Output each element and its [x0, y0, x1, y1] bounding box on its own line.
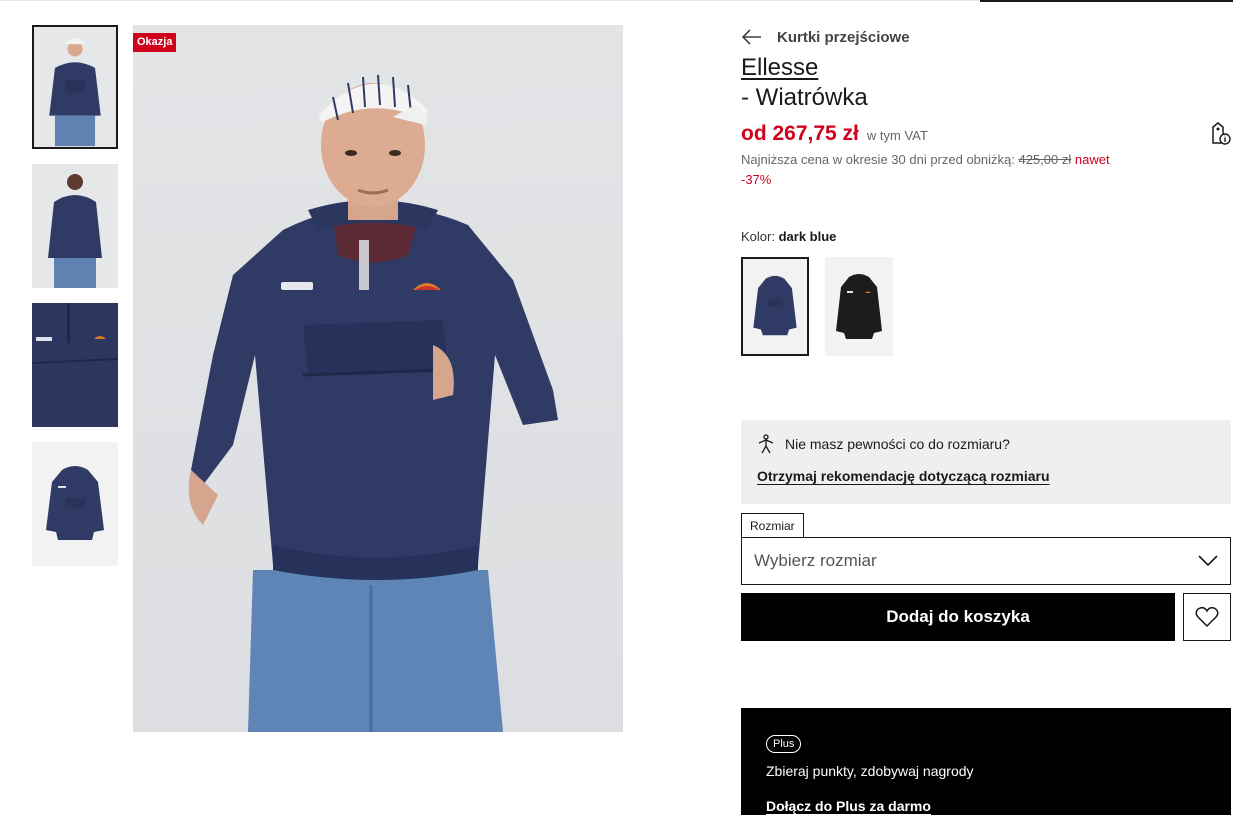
- heart-icon: [1195, 606, 1219, 628]
- color-swatch-dark-blue[interactable]: [741, 257, 809, 356]
- brand-link[interactable]: Ellesse: [741, 54, 818, 82]
- thumbnail-detail-image: [32, 303, 118, 427]
- thumbnail-back[interactable]: [32, 164, 118, 288]
- product-title: - Wiatrówka: [741, 84, 868, 111]
- plus-loyalty-banner: Plus Zbieraj punkty, zdobywaj nagrody Do…: [741, 708, 1231, 815]
- discount-percent: -37%: [741, 172, 772, 187]
- size-select[interactable]: Wybierz rozmiar: [741, 537, 1231, 585]
- plus-description: Zbieraj punkty, zdobywaj nagrody: [766, 763, 974, 779]
- thumbnail-detail[interactable]: [32, 303, 118, 427]
- size-help-box: Nie masz pewności co do rozmiaru? Otrzym…: [741, 420, 1231, 504]
- size-figure-icon: [758, 434, 774, 454]
- lowest-price-value: 425,00 zł: [1018, 152, 1072, 167]
- top-nav-underline: [980, 0, 1233, 2]
- thumbnail-flat[interactable]: [32, 442, 118, 566]
- current-price: od 267,75 zł: [741, 122, 859, 145]
- size-help-question: Nie masz pewności co do rozmiaru?: [757, 434, 1215, 454]
- discount-prefix: nawet: [1074, 152, 1110, 167]
- thumbnail-front-image: [34, 27, 116, 147]
- lowest-price-label: Najniższa cena w okresie 30 dni przed ob…: [741, 152, 1015, 167]
- size-select-placeholder: Wybierz rozmiar: [754, 551, 877, 570]
- color-label: Kolor: dark blue: [741, 229, 836, 244]
- price-row: od 267,75 zł w tym VAT: [741, 122, 928, 146]
- wishlist-button[interactable]: [1183, 593, 1231, 641]
- product-photo: [133, 25, 623, 732]
- price-tag-info-icon[interactable]: [1206, 121, 1232, 147]
- swatch-dark-blue-image: [743, 259, 807, 354]
- color-swatch-black[interactable]: [825, 257, 893, 356]
- color-label-prefix: Kolor:: [741, 229, 775, 244]
- join-plus-link[interactable]: Dołącz do Plus za darmo: [766, 798, 931, 814]
- sale-badge: Okazja: [133, 33, 177, 52]
- back-to-category-link[interactable]: Kurtki przejściowe: [741, 26, 910, 48]
- product-main-image[interactable]: [133, 25, 623, 732]
- plus-logo: Plus: [766, 735, 802, 753]
- arrow-left-icon: [741, 29, 761, 45]
- swatch-black-image: [825, 257, 893, 356]
- size-label: Rozmiar: [741, 513, 804, 538]
- chevron-down-icon: [1198, 555, 1218, 567]
- size-help-question-text: Nie masz pewności co do rozmiaru?: [785, 436, 1010, 452]
- thumbnail-flat-image: [32, 442, 118, 566]
- add-to-cart-button[interactable]: Dodaj do koszyka: [741, 593, 1175, 641]
- lowest-price-info: Najniższa cena w okresie 30 dni przed ob…: [741, 150, 1181, 190]
- size-recommendation-link[interactable]: Otrzymaj rekomendację dotyczącą rozmiaru: [757, 468, 1050, 484]
- thumbnail-back-image: [32, 164, 118, 288]
- vat-note: w tym VAT: [866, 128, 928, 143]
- thumbnail-front[interactable]: [32, 25, 118, 149]
- color-value: dark blue: [778, 229, 837, 244]
- breadcrumb-label: Kurtki przejściowe: [777, 28, 910, 46]
